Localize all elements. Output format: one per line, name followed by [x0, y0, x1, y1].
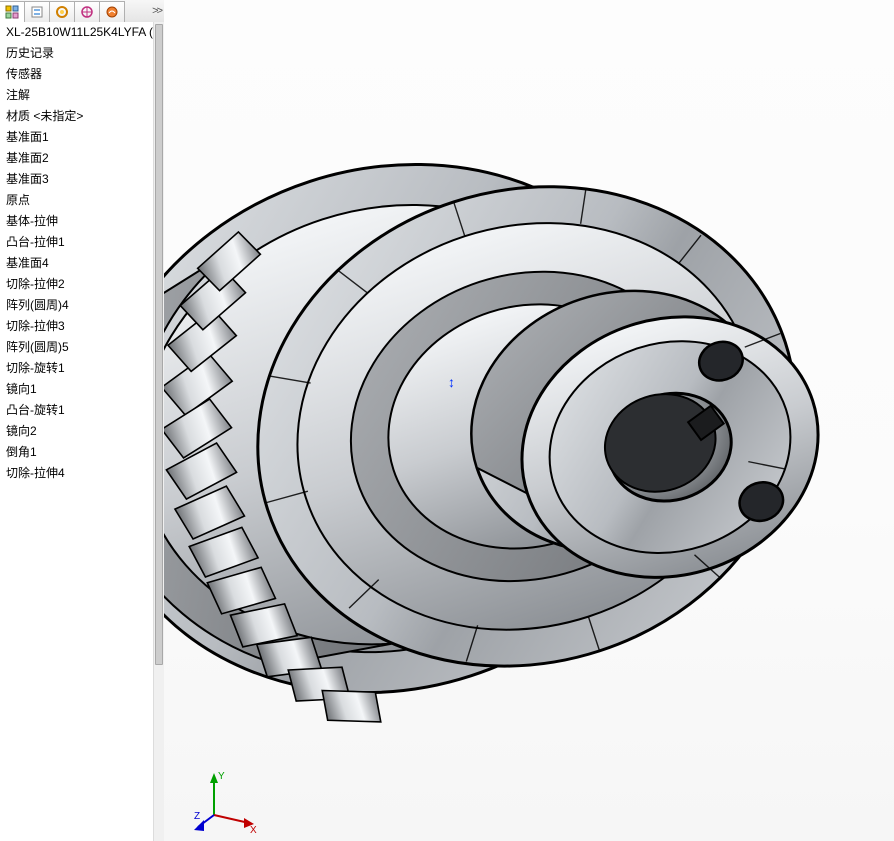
triad-y-label: Y	[218, 771, 225, 782]
tree-item[interactable]: 凸台-旋转1	[0, 400, 154, 421]
orientation-triad[interactable]: Y X Z	[194, 765, 264, 835]
tree-item[interactable]: 历史记录	[0, 43, 154, 64]
app-root: { "tabs": { "expand_glyph": ">>", "items…	[0, 0, 894, 841]
config-tab[interactable]	[49, 1, 75, 22]
tree-item[interactable]: 镜向2	[0, 421, 154, 442]
tree-scrollbar[interactable]	[153, 22, 164, 841]
tree-item[interactable]: 切除-旋转1	[0, 358, 154, 379]
tree-item[interactable]: 传感器	[0, 64, 154, 85]
render-icon	[105, 5, 119, 19]
tree-item[interactable]: 基准面2	[0, 148, 154, 169]
tree-item[interactable]: 镜向1	[0, 379, 154, 400]
tree-item[interactable]: 基体-拉伸	[0, 211, 154, 232]
tree-item[interactable]: 切除-拉伸3	[0, 316, 154, 337]
tree-scrollbar-thumb[interactable]	[155, 24, 163, 665]
dimxpert-tab[interactable]	[74, 1, 100, 22]
config-icon	[55, 5, 69, 19]
property-icon	[30, 5, 44, 19]
feature-tree-tab[interactable]	[0, 1, 25, 23]
tree-item[interactable]: 倒角1	[0, 442, 154, 463]
tree-item[interactable]: 基准面1	[0, 127, 154, 148]
tree-item[interactable]: 切除-拉伸4	[0, 463, 154, 484]
tree-item-root[interactable]: XL-25B10W11L25K4LYFA (鼠	[0, 22, 154, 43]
tree-item[interactable]: 注解	[0, 85, 154, 106]
feature-tree[interactable]: XL-25B10W11L25K4LYFA (鼠 历史记录 传感器 注解 材质 <…	[0, 22, 154, 841]
graphics-viewport[interactable]: ↕ Y X Z	[164, 0, 894, 841]
tree-item[interactable]: 切除-拉伸2	[0, 274, 154, 295]
tree-item[interactable]: 阵列(圆周)5	[0, 337, 154, 358]
property-tab[interactable]	[24, 1, 50, 22]
model-pulley	[164, 0, 894, 841]
tree-item[interactable]: 阵列(圆周)4	[0, 295, 154, 316]
triad-z-label: Z	[194, 811, 200, 822]
tree-item[interactable]: 材质 <未指定>	[0, 106, 154, 127]
dimxpert-icon	[80, 5, 94, 19]
tree-item[interactable]: 基准面3	[0, 169, 154, 190]
tree-item[interactable]: 凸台-拉伸1	[0, 232, 154, 253]
render-tab[interactable]	[99, 1, 125, 22]
panel-tabstrip: >>	[0, 0, 164, 23]
tree-item[interactable]: 原点	[0, 190, 154, 211]
feature-tree-pane: XL-25B10W11L25K4LYFA (鼠 历史记录 传感器 注解 材质 <…	[0, 22, 165, 841]
panel-expand-button[interactable]: >>	[152, 5, 161, 17]
tree-item[interactable]: 基准面4	[0, 253, 154, 274]
tree-icon	[5, 5, 19, 19]
triad-x-label: X	[250, 825, 257, 835]
